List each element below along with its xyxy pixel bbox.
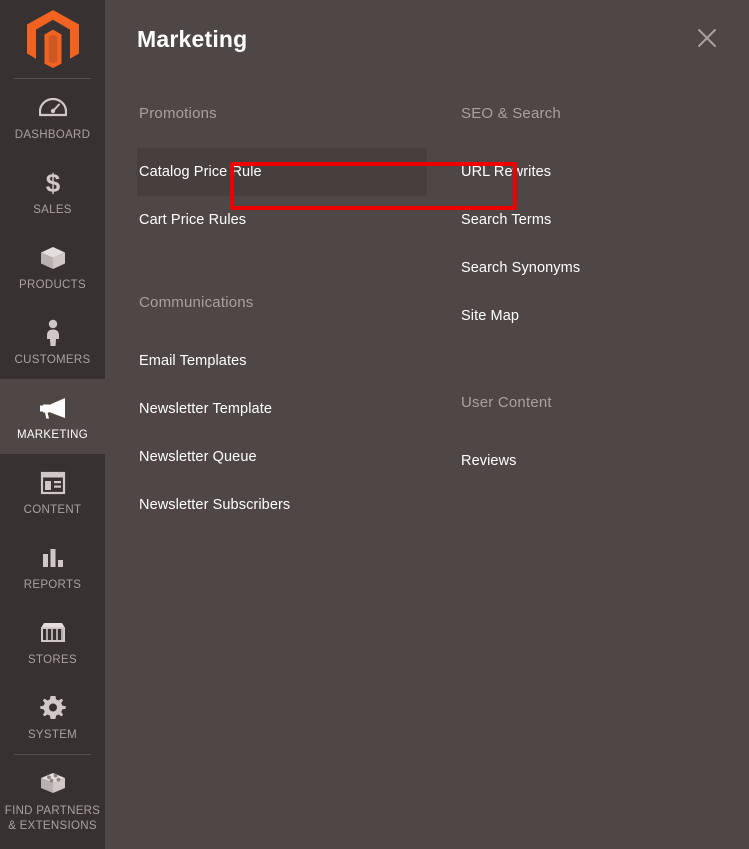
close-x-icon (696, 27, 718, 52)
storefront-icon (4, 618, 101, 648)
menu-column-right: SEO & Search URL Rewrites Search Terms S… (427, 78, 717, 529)
menu-item-reviews[interactable]: Reviews (459, 437, 717, 485)
panel-header: Marketing (105, 0, 749, 78)
sidebar-item-content[interactable]: CONTENT (0, 454, 105, 529)
layout-page-icon (4, 468, 101, 498)
sidebar-item-label: CONTENT (23, 504, 82, 516)
menu-item-label: URL Rewrites (461, 164, 552, 180)
sidebar-item-customers[interactable]: CUSTOMERS (0, 304, 105, 379)
menu-group-communications: Communications Email Templates Newslette… (137, 294, 427, 529)
box-package-icon (4, 243, 101, 273)
menu-item-newsletter-subscribers[interactable]: Newsletter Subscribers (137, 481, 427, 529)
menu-item-label: Email Templates (139, 353, 247, 369)
menu-item-email-templates[interactable]: Email Templates (137, 337, 427, 385)
sidebar-item-label: MARKETING (16, 429, 89, 441)
menu-item-label: Catalog Price Rule (139, 164, 262, 180)
bar-chart-icon (4, 543, 101, 573)
sidebar-item-stores[interactable]: STORES (0, 604, 105, 679)
menu-group-promotions: Promotions Catalog Price Rule Cart Price… (137, 105, 427, 244)
sidebar-item-label-line2: & EXTENSIONS (8, 820, 97, 832)
sidebar-item-system[interactable]: SYSTEM (0, 679, 105, 754)
menu-item-catalog-price-rule[interactable]: Catalog Price Rule (137, 148, 427, 196)
menu-item-cart-price-rules[interactable]: Cart Price Rules (137, 196, 427, 244)
sidebar-item-find-partners-extensions[interactable]: FIND PARTNERS & EXTENSIONS (0, 755, 105, 846)
sidebar-item-label: PRODUCTS (19, 279, 86, 291)
menu-item-newsletter-queue[interactable]: Newsletter Queue (137, 433, 427, 481)
menu-item-search-synonyms[interactable]: Search Synonyms (459, 244, 717, 292)
menu-group-user-content: User Content Reviews (459, 394, 717, 485)
magento-admin-menu-overlay: DASHBOARD $ SALES PRODUCTS CUSTOMERS MAR… (0, 0, 749, 849)
sidebar-item-reports[interactable]: REPORTS (0, 529, 105, 604)
magento-logo[interactable] (0, 0, 105, 78)
sidebar-item-dashboard[interactable]: DASHBOARD (0, 79, 105, 154)
admin-sidebar-nav: DASHBOARD $ SALES PRODUCTS CUSTOMERS MAR… (0, 0, 105, 849)
close-button[interactable] (689, 21, 725, 57)
marketing-menu-panel: Marketing Promotions Catalog Price Rule (105, 0, 749, 849)
sidebar-item-label: STORES (28, 654, 77, 666)
menu-item-newsletter-template[interactable]: Newsletter Template (137, 385, 427, 433)
menu-column-left: Promotions Catalog Price Rule Cart Price… (105, 78, 427, 529)
menu-item-label: Reviews (461, 453, 517, 469)
sidebar-item-label: SYSTEM (27, 729, 78, 741)
menu-item-url-rewrites[interactable]: URL Rewrites (459, 148, 717, 196)
sidebar-item-label: REPORTS (23, 579, 82, 591)
sidebar-item-sales[interactable]: $ SALES (0, 154, 105, 229)
person-icon (4, 318, 101, 348)
menu-item-label: Newsletter Queue (139, 449, 257, 465)
sidebar-item-label: CUSTOMERS (14, 354, 91, 366)
sidebar-item-products[interactable]: PRODUCTS (0, 229, 105, 304)
dashboard-gauge-icon (4, 93, 101, 123)
menu-columns: Promotions Catalog Price Rule Cart Price… (105, 78, 749, 529)
menu-item-label: Newsletter Subscribers (139, 497, 291, 513)
menu-item-label: Search Terms (461, 212, 552, 228)
menu-item-label: Newsletter Template (139, 401, 272, 417)
magento-logo-icon (26, 10, 79, 68)
menu-item-site-map[interactable]: Site Map (459, 292, 717, 340)
menu-item-label: Cart Price Rules (139, 212, 247, 228)
dollar-sign-icon: $ (4, 168, 101, 198)
menu-group-seo-search: SEO & Search URL Rewrites Search Terms S… (459, 105, 717, 340)
sidebar-item-marketing[interactable]: MARKETING (0, 379, 105, 454)
svg-text:$: $ (45, 169, 60, 197)
menu-group-title: Promotions (139, 105, 217, 122)
extension-blocks-icon (4, 769, 101, 799)
sidebar-item-label-line1: FIND PARTNERS (4, 805, 101, 817)
menu-item-label: Site Map (461, 308, 520, 324)
sidebar-item-label: SALES (33, 204, 72, 216)
gear-icon (4, 693, 101, 723)
page-title: Marketing (137, 25, 248, 52)
megaphone-icon (4, 393, 101, 423)
menu-item-search-terms[interactable]: Search Terms (459, 196, 717, 244)
menu-group-title: User Content (461, 394, 552, 411)
menu-item-label: Search Synonyms (461, 260, 581, 276)
sidebar-item-label: DASHBOARD (14, 129, 91, 141)
menu-group-title: SEO & Search (461, 105, 561, 122)
menu-group-title: Communications (139, 294, 254, 311)
